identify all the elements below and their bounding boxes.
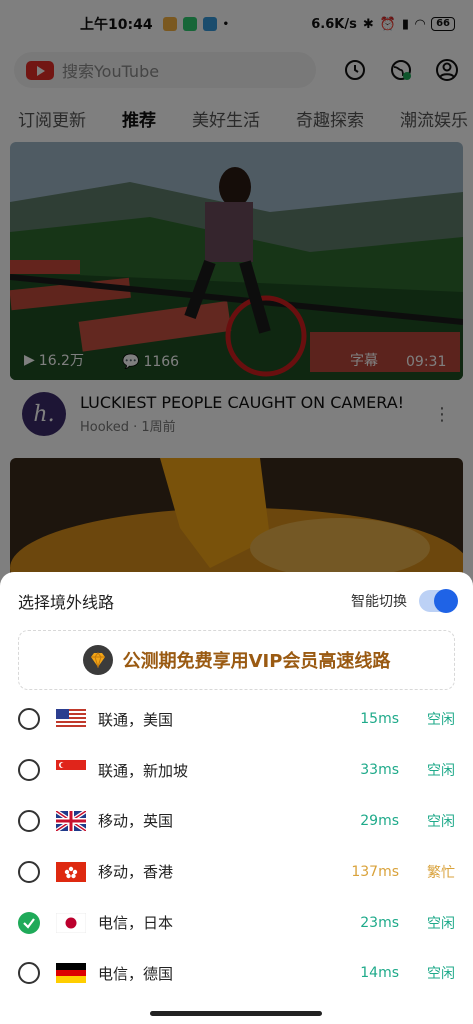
route-status: 空闲 [427, 712, 455, 729]
route-item[interactable]: 联通，新加坡 33ms 空闲 [0, 745, 473, 796]
route-latency: 14ms [360, 965, 399, 982]
radio-button[interactable] [18, 962, 40, 985]
diamond-icon [82, 645, 113, 675]
sheet-title: 选择境外线路 [18, 593, 115, 612]
smart-switch-label: 智能切换 [351, 594, 407, 610]
uk-flag-icon [56, 810, 86, 831]
route-latency: 15ms [360, 711, 399, 728]
route-item[interactable]: 联通，美国 15ms 空闲 [0, 694, 473, 745]
radio-button[interactable] [18, 708, 40, 731]
de-flag-icon [56, 963, 86, 984]
route-picker-sheet: 选择境外线路 智能切换 公测期免费享用VIP会员高速线路 联通，美国 15ms … [0, 572, 473, 1024]
radio-button-checked[interactable] [18, 911, 40, 934]
route-status: 空闲 [427, 763, 455, 780]
radio-button[interactable] [18, 860, 40, 883]
route-latency: 23ms [360, 914, 399, 931]
route-list: 联通，美国 15ms 空闲 联通，新加坡 33ms 空闲 移动，英国 29ms … [0, 694, 473, 999]
check-icon [23, 917, 35, 929]
route-name: 电信，德国 [98, 964, 174, 983]
route-name: 电信，日本 [98, 914, 174, 933]
toggle-knob [434, 589, 458, 613]
vip-banner[interactable]: 公测期免费享用VIP会员高速线路 [18, 630, 455, 690]
sheet-header: 选择境外线路 智能切换 [0, 572, 473, 630]
route-item[interactable]: 移动，英国 29ms 空闲 [0, 796, 473, 847]
route-item[interactable]: 电信，德国 14ms 空闲 [0, 948, 473, 999]
route-name: 联通，新加坡 [98, 761, 189, 780]
route-name: 移动，英国 [98, 812, 174, 831]
radio-button[interactable] [18, 759, 40, 782]
route-latency: 29ms [360, 812, 399, 829]
smart-switch-toggle[interactable] [419, 589, 458, 613]
route-item[interactable]: 电信，日本 23ms 空闲 [0, 897, 473, 948]
us-flag-icon [56, 709, 86, 730]
sg-flag-icon [56, 760, 86, 781]
home-indicator[interactable] [150, 1011, 322, 1016]
route-status: 空闲 [427, 915, 455, 932]
route-item[interactable]: 移动，香港 137ms 繁忙 [0, 846, 473, 897]
route-name: 移动，香港 [98, 863, 174, 882]
route-status: 繁忙 [427, 864, 455, 881]
route-latency: 137ms [351, 863, 399, 880]
radio-button[interactable] [18, 809, 40, 832]
hk-flag-icon [56, 861, 86, 882]
vip-banner-text: 公测期免费享用VIP会员高速线路 [122, 651, 391, 672]
route-latency: 33ms [360, 762, 399, 779]
route-status: 空闲 [427, 813, 455, 830]
route-name: 联通，美国 [98, 710, 174, 729]
route-status: 空闲 [427, 966, 455, 983]
jp-flag-icon [56, 912, 86, 933]
